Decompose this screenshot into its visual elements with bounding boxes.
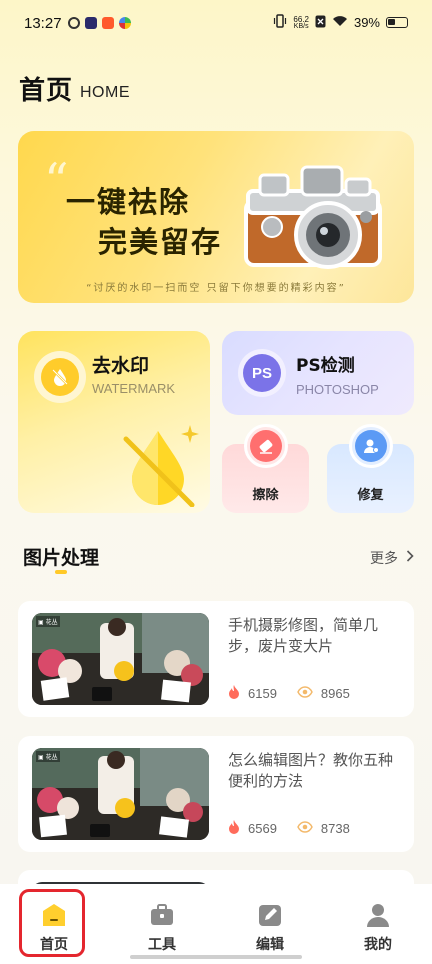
eye-icon: [297, 686, 313, 701]
repair-label: 修复: [357, 488, 384, 503]
portrait-repair-icon: [355, 430, 387, 462]
views-count: 8738: [320, 821, 350, 836]
article-stats: 6159 8965: [228, 685, 350, 702]
watermark-subtitle: WATERMARK: [92, 381, 176, 396]
section-underline: [55, 570, 67, 574]
likes-count: 6569: [248, 821, 277, 836]
banner-headline-1: 一键祛除: [66, 185, 191, 219]
eraser-icon: [250, 430, 282, 462]
fire-icon: [228, 820, 240, 837]
ps-detect-subtitle: PHOTOSHOP: [296, 382, 379, 397]
edit-icon: [259, 905, 281, 926]
drop-slash-illustration: [123, 425, 199, 507]
promo-banner[interactable]: “ 一键祛除 完美留存 “讨厌的水印一扫而空 只留下你想要的精彩内容”: [18, 131, 414, 303]
chevron-right-icon: [406, 550, 414, 566]
camera-illustration: [244, 165, 382, 269]
section-title: 图片处理: [23, 547, 100, 569]
more-label: 更多: [370, 551, 398, 567]
watermark-removal-card[interactable]: 去水印 WATERMARK: [18, 331, 210, 513]
nav-edit-label: 编辑: [256, 937, 284, 953]
eye-icon: [297, 821, 313, 836]
views-count: 8965: [320, 686, 350, 701]
app-notification-icon: [68, 17, 80, 29]
wifi-icon: [332, 15, 348, 30]
sim-x-icon: [315, 15, 326, 31]
quote-mark-icon: “: [44, 153, 69, 209]
status-notification-icons: [68, 17, 131, 29]
article-thumbnail: ▣ 花丛: [32, 748, 209, 840]
likes-stat: 6159: [228, 685, 277, 702]
article-thumbnail: ▣ 花丛: [32, 613, 209, 705]
article-title: 手机摄影修图，简单几步，废片变大片: [228, 616, 379, 655]
article-card[interactable]: ▣ 花丛 手机摄影修图，简单几步，废片变大片 6159 8965: [18, 601, 414, 717]
article-stats: 6569 8738: [228, 820, 350, 837]
erase-card[interactable]: 擦除: [222, 424, 309, 513]
banner-headline-2: 完美留存: [98, 225, 223, 259]
ps-detect-card[interactable]: PS PS检测 PHOTOSHOP: [222, 331, 414, 415]
views-stat: 8965: [297, 686, 350, 701]
no-drop-icon: [41, 358, 79, 396]
views-stat: 8738: [297, 821, 350, 836]
erase-icon-badge: [244, 424, 288, 468]
toolbox-icon: [151, 904, 173, 925]
article-card[interactable]: ▣ 花丛 怎么编辑图片？教你五种便利的方法 6569 8738: [18, 736, 414, 852]
likes-stat: 6569: [228, 820, 277, 837]
ps-icon-badge: PS: [238, 349, 286, 397]
ps-icon: PS: [243, 354, 281, 392]
thumbnail-badge: ▣ 花丛: [36, 616, 60, 627]
page-subtitle: HOME: [80, 84, 130, 101]
app-notification-icon: [85, 17, 97, 29]
battery-icon: [386, 17, 408, 28]
nav-tools[interactable]: 工具: [132, 896, 192, 954]
battery-percent: 39%: [353, 15, 380, 30]
repair-icon-badge: [349, 424, 393, 468]
banner-caption: “讨厌的水印一扫而空 只留下你想要的精彩内容”: [86, 283, 346, 294]
nav-tools-label: 工具: [148, 937, 176, 953]
status-time: 13:27: [24, 15, 62, 32]
nav-me[interactable]: 我的: [348, 896, 408, 954]
status-bar: 13:27 66.2 KB/s 39%: [0, 0, 432, 52]
gesture-bar: [130, 955, 302, 959]
thumbnail-badge: ▣ 花丛: [36, 751, 60, 762]
net-speed: 66.2 KB/s: [293, 14, 309, 30]
article-title: 怎么编辑图片？教你五种便利的方法: [228, 751, 394, 790]
watermark-icon-badge: [34, 351, 86, 403]
fire-icon: [228, 685, 240, 702]
nav-me-label: 我的: [364, 937, 392, 953]
erase-label: 擦除: [252, 488, 279, 503]
likes-count: 6159: [248, 686, 277, 701]
net-speed-value: 66.2: [293, 14, 309, 24]
net-speed-unit: KB/s: [293, 22, 309, 30]
page-title: 首页: [19, 76, 74, 106]
repair-card[interactable]: 修复: [327, 424, 414, 513]
ps-detect-title: PS检测: [296, 356, 355, 376]
more-link[interactable]: 更多: [370, 548, 414, 568]
vibrate-icon: [273, 14, 287, 31]
active-tab-highlight: [19, 889, 85, 957]
app-notification-icon: [102, 17, 114, 29]
nav-edit[interactable]: 编辑: [240, 896, 300, 954]
user-icon: [367, 904, 389, 927]
app-notification-icon: [119, 17, 131, 29]
watermark-title: 去水印: [92, 355, 150, 377]
status-right: 66.2 KB/s 39%: [273, 14, 408, 31]
